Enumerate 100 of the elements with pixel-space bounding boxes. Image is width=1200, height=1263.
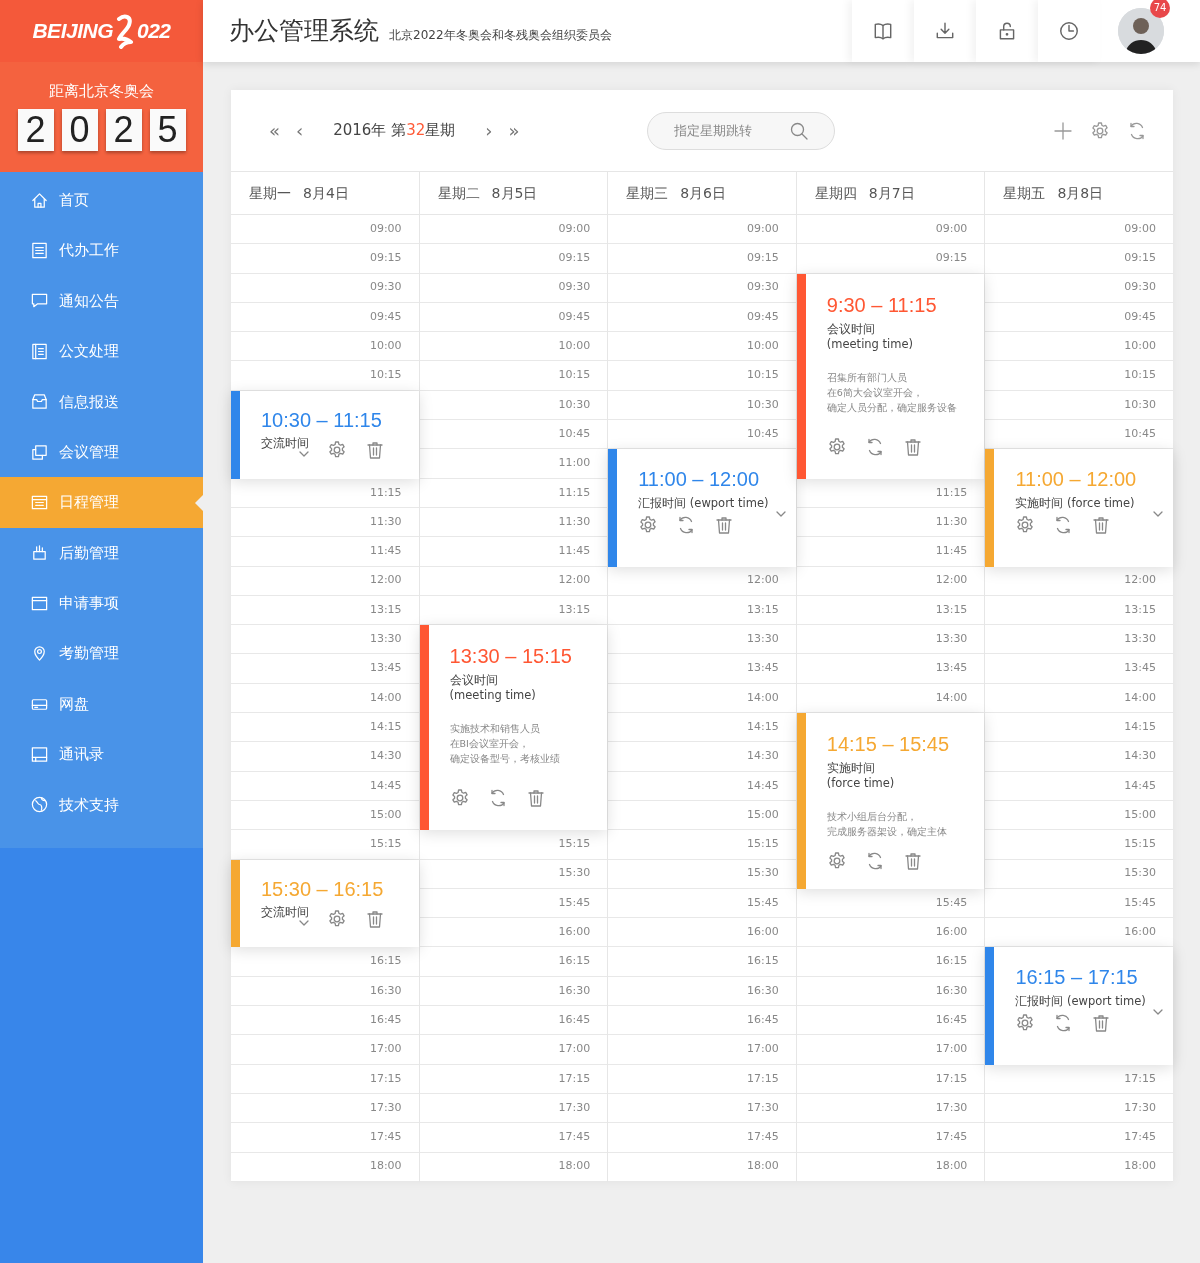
time-slot: 09:00 xyxy=(231,215,419,245)
time-slot: 15:15 xyxy=(608,830,796,860)
book-icon xyxy=(872,20,894,42)
app-title: 办公管理系统 xyxy=(229,15,379,48)
time-slot: 17:45 xyxy=(419,1123,608,1153)
time-slot: 13:30 xyxy=(608,625,796,655)
day-name: 星期一 xyxy=(249,183,291,203)
time-slot: 18:00 xyxy=(796,1152,985,1182)
menu-item[interactable]: 会议管理 xyxy=(0,426,203,478)
time-slot: 15:00 xyxy=(608,800,796,831)
event-card[interactable]: 11:00 – 12:00 实施时间 (force time) xyxy=(985,449,1173,567)
day-name: 星期四 xyxy=(814,183,857,203)
menu-item[interactable]: 日程管理 xyxy=(0,477,203,528)
time-slot: 12:00 xyxy=(608,566,796,596)
app-subtitle: 北京2022年冬奥会和冬残奥会组织委员会 xyxy=(389,27,612,44)
time-slot: 17:45 xyxy=(985,1123,1173,1153)
menu-item[interactable]: 公文处理 xyxy=(0,326,203,377)
time-slot: 12:00 xyxy=(231,566,419,596)
time-slot: 10:30 xyxy=(608,390,796,421)
time-slot: 16:30 xyxy=(796,976,985,1007)
book-button[interactable] xyxy=(852,0,914,62)
day-name: 星期三 xyxy=(626,183,669,203)
event-card[interactable]: 14:15 – 15:45 实施时间 (force time) 技术小组后台分配， 完成服务器架设，确定主体 xyxy=(796,713,985,889)
event-time: 13:30 – 15:15 xyxy=(449,644,573,670)
menu-item[interactable]: 通讯录 xyxy=(0,729,203,780)
search-field[interactable]: 指定星期跳转 xyxy=(647,111,836,150)
settings-icon[interactable] xyxy=(327,439,347,460)
time-slot: 09:30 xyxy=(985,273,1173,303)
time-slot: 15:45 xyxy=(419,888,608,919)
time-slot: 16:15 xyxy=(419,947,608,977)
settings-icon[interactable] xyxy=(327,908,347,929)
time-slot: 16:45 xyxy=(419,1006,608,1036)
time-slot: 09:00 xyxy=(419,215,608,245)
chevron-down-icon[interactable] xyxy=(299,919,309,926)
menu-item[interactable]: 首页 xyxy=(0,175,203,226)
menu-item[interactable]: 考勤管理 xyxy=(0,628,203,679)
menu-item[interactable]: 后勤管理 xyxy=(0,527,203,579)
event-card[interactable]: 15:30 – 16:15 交流时间 xyxy=(231,859,419,948)
trash-icon[interactable] xyxy=(365,908,385,929)
time-slot: 16:15 xyxy=(796,947,985,977)
week-label: 2016年 第32星期 xyxy=(333,120,456,142)
time-slot: 15:30 xyxy=(985,859,1173,889)
time-slot: 17:45 xyxy=(608,1123,796,1153)
add-button[interactable] xyxy=(1053,120,1073,141)
refresh-button[interactable] xyxy=(1127,120,1147,141)
menu-item[interactable]: 网盘 xyxy=(0,678,203,730)
menu-item[interactable]: 代办工作 xyxy=(0,225,203,276)
menu-item[interactable]: 技术支持 xyxy=(0,779,203,831)
event-label: 交流时间 xyxy=(261,435,309,451)
time-slot: 16:30 xyxy=(419,976,608,1007)
first-week-button[interactable]: « xyxy=(261,117,288,144)
clock-icon xyxy=(1058,20,1080,42)
time-slot: 13:30 xyxy=(796,625,985,655)
last-week-button[interactable]: » xyxy=(500,117,528,144)
settings-button[interactable] xyxy=(1090,120,1110,141)
menu-item[interactable]: 申请事项 xyxy=(0,578,203,629)
time-slot: 11:30 xyxy=(231,507,419,538)
time-slot: 16:15 xyxy=(231,947,419,977)
event-card[interactable]: 13:30 – 15:15 会议时间 (meeting time) 实施技术和销售人员 在BI会议室开会， 确定设备型号，考核业绩 xyxy=(419,625,608,831)
time-slot: 17:30 xyxy=(796,1093,985,1124)
plus-icon xyxy=(1053,120,1073,141)
event-time: 11:00 – 12:00 xyxy=(638,467,761,493)
chevron-down-icon[interactable] xyxy=(1152,511,1163,518)
time-slot: 15:45 xyxy=(796,888,985,919)
time-slot: 14:30 xyxy=(985,742,1173,772)
event-card[interactable]: 9:30 – 11:15 会议时间 (meeting time) 召集所有部门人员 在6简大会议室开会， 确定人员分配，确定服务设备 xyxy=(796,273,985,479)
event-card[interactable]: 16:15 – 17:15 汇报时间 (ewport time) xyxy=(985,947,1173,1065)
chevron-down-icon[interactable] xyxy=(775,511,786,518)
event-label-english: (force time) xyxy=(826,776,896,792)
chevron-down-icon[interactable] xyxy=(1152,1009,1163,1016)
time-slot: 13:45 xyxy=(231,654,419,684)
event-card[interactable]: 10:30 – 11:15 交流时间 xyxy=(231,390,419,479)
ribbon-logo-icon xyxy=(115,13,135,49)
event-time: 10:30 – 11:15 xyxy=(261,407,383,433)
previous-week-button[interactable]: ‹ xyxy=(288,117,312,144)
time-slot: 12:00 xyxy=(796,566,985,596)
event-label: 会议时间 xyxy=(449,673,499,689)
menu-item[interactable]: 信息报送 xyxy=(0,376,203,427)
settings-icon[interactable] xyxy=(826,436,847,457)
time-slot: 09:15 xyxy=(608,244,796,274)
next-week-button[interactable]: › xyxy=(477,117,501,144)
time-slot: 14:00 xyxy=(608,683,796,714)
time-slot: 13:15 xyxy=(608,595,796,626)
time-slot: 09:15 xyxy=(796,244,985,274)
time-slot: 11:45 xyxy=(231,537,419,567)
time-slot: 17:45 xyxy=(231,1123,419,1153)
time-slot: 09:00 xyxy=(796,215,985,245)
menu-item[interactable]: 通知公告 xyxy=(0,275,203,327)
chevron-down-icon[interactable] xyxy=(299,450,309,457)
time-slot: 09:45 xyxy=(419,302,608,333)
event-card[interactable]: 11:00 – 12:00 汇报时间 (ewport time) xyxy=(608,449,796,567)
event-time: 16:15 – 17:15 xyxy=(1015,965,1139,991)
trash-icon[interactable] xyxy=(365,439,385,460)
time-slot: 18:00 xyxy=(608,1152,796,1182)
time-slot: 14:15 xyxy=(231,713,419,743)
unlock-button[interactable] xyxy=(976,0,1038,62)
clock-button[interactable] xyxy=(1038,0,1100,62)
event-description: 实施技术和销售人员 在BI会议室开会， 确定设备型号，考核业绩 xyxy=(449,722,561,767)
time-slot: 09:30 xyxy=(608,273,796,303)
search-icon[interactable] xyxy=(789,120,810,141)
